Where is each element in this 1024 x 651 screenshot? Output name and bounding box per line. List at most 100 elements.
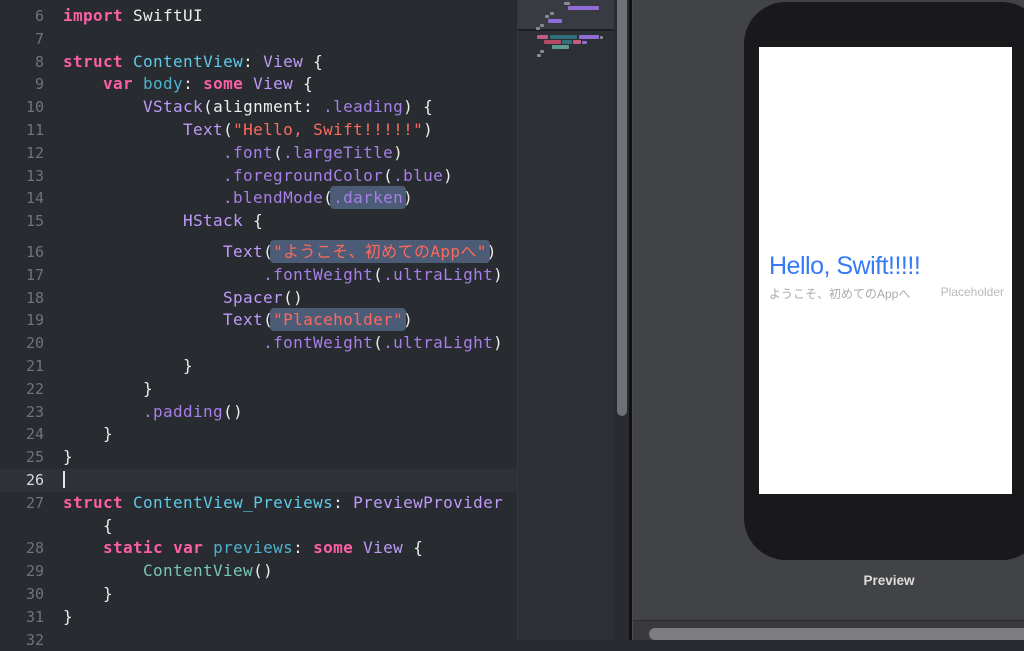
code-text: } [63, 424, 114, 444]
code-rows[interactable]: 6 import SwiftUI 7 8 struct ContentView: Vie… [0, 5, 517, 651]
code-text: } [63, 606, 74, 626]
line-number: 26 [25, 470, 44, 489]
code-line[interactable]: 8 struct ContentView: View { [0, 51, 517, 74]
code-text: static var previews: some View { [103, 538, 424, 558]
line-number: 29 [25, 562, 44, 581]
code-line[interactable]: 30 } [0, 583, 517, 606]
code-line[interactable]: 9 var body: some View { [0, 73, 517, 96]
code-line[interactable]: 31} [0, 606, 517, 629]
line-number: 6 [34, 7, 44, 25]
minimap-section-divider [518, 29, 615, 31]
code-text: Text("ようこそ、初めてのAppへ") [223, 239, 497, 263]
code-text: } [63, 583, 114, 603]
code-line[interactable]: 16 Text("ようこそ、初めてのAppへ") [0, 239, 517, 264]
code-line[interactable]: 21 } [0, 355, 517, 378]
line-number: 19 [25, 311, 44, 330]
horizontal-scrollbar[interactable] [649, 628, 1024, 640]
horizontal-scrollbar-track[interactable] [633, 620, 1024, 640]
line-number [0, 515, 44, 538]
code-text: } [63, 378, 154, 398]
minimap-bar [545, 15, 549, 18]
minimap-bar [548, 19, 562, 23]
minimap-bar [536, 27, 540, 30]
code-text [44, 469, 65, 492]
minimap-bar [568, 6, 599, 10]
line-number: 16 [25, 242, 44, 261]
code-line[interactable]: 22 } [0, 378, 517, 401]
code-text: { [63, 515, 114, 535]
code-text: Text("Placeholder") [223, 308, 414, 332]
code-line[interactable]: 25} [0, 446, 517, 469]
code-line[interactable]: 15 HStack { [0, 210, 517, 233]
line-number: 24 [25, 425, 44, 444]
preview-subtitle-text: ようこそ、初めてのAppへ [769, 287, 911, 301]
code-line[interactable]: 12 .font(.largeTitle) [0, 142, 517, 165]
code-line[interactable]: 17 .fontWeight(.ultraLight) [0, 264, 517, 287]
code-line[interactable]: 24 } [0, 423, 517, 446]
code-line[interactable]: 23 .padding() [0, 401, 517, 424]
line-number: 13 [25, 166, 44, 185]
code-line[interactable]: 10 VStack(alignment: .leading) { [0, 96, 517, 119]
code-line[interactable]: 18 Spacer() [0, 287, 517, 310]
code-text: .foregroundColor(.blue) [223, 165, 454, 185]
line-number: 18 [25, 288, 44, 307]
code-text: .padding() [143, 401, 244, 421]
vertical-scrollbar[interactable] [617, 0, 627, 416]
code-text: .fontWeight(.ultraLight) [263, 333, 504, 353]
code-text: struct ContentView: View { [63, 51, 324, 71]
minimap-bar [564, 2, 570, 5]
preview-canvas: Hello, Swift!!!!! ようこそ、初めてのAppへ Placehol… [632, 0, 1024, 640]
code-text: Text("Hello, Swift!!!!!") [183, 119, 434, 139]
minimap-bar [562, 40, 572, 44]
minimap-bar [582, 41, 587, 44]
line-number: 25 [25, 448, 44, 467]
code-line[interactable]: 29 ContentView() [0, 560, 517, 583]
code-line[interactable]: { [0, 515, 517, 538]
line-number: 28 [25, 539, 44, 558]
code-line[interactable]: 13 .foregroundColor(.blue) [0, 165, 517, 188]
code-text: } [63, 447, 74, 467]
line-number: 23 [25, 402, 44, 421]
minimap-bar [579, 35, 599, 39]
minimap-bar [600, 36, 603, 39]
preview-title-text: Hello, Swift!!!!! [769, 252, 921, 280]
minimap-bar [552, 45, 569, 49]
minimap-bar [544, 40, 561, 44]
line-number: 31 [25, 607, 44, 626]
code-line[interactable]: 11 Text("Hello, Swift!!!!!") [0, 119, 517, 142]
preview-label: Preview [863, 573, 915, 588]
text-cursor [63, 470, 65, 488]
minimap-bar [550, 12, 554, 15]
line-number: 9 [34, 75, 44, 94]
code-line[interactable]: 7 [0, 28, 517, 51]
device-screen[interactable]: Hello, Swift!!!!! ようこそ、初めてのAppへ Placehol… [759, 47, 1012, 494]
code-text: VStack(alignment: .leading) { [143, 97, 434, 117]
line-number: 22 [25, 379, 44, 398]
code-text: import SwiftUI [63, 6, 204, 25]
code-text: .blendMode(.darken) [223, 186, 414, 210]
code-text: .fontWeight(.ultraLight) [263, 264, 504, 284]
line-number: 15 [25, 212, 44, 231]
code-line[interactable]: 28 static var previews: some View { [0, 537, 517, 560]
code-text: ContentView() [143, 561, 274, 581]
code-text: var body: some View { [103, 74, 314, 94]
code-line[interactable]: 20 .fontWeight(.ultraLight) [0, 332, 517, 355]
preview-placeholder-text: Placeholder [940, 285, 1004, 299]
line-number: 12 [25, 143, 44, 162]
line-number: 11 [25, 120, 44, 139]
line-number: 27 [25, 493, 44, 512]
line-number: 30 [25, 584, 44, 603]
minimap-bar [573, 40, 581, 44]
code-line[interactable]: 14 .blendMode(.darken) [0, 186, 517, 210]
line-number: 14 [25, 189, 44, 208]
minimap-bar [540, 24, 544, 27]
code-line[interactable]: 26 [0, 468, 517, 492]
code-line[interactable]: 6 import SwiftUI [0, 5, 517, 28]
minimap[interactable] [517, 0, 615, 640]
minimap-bar [537, 35, 548, 39]
code-line[interactable]: 27 struct ContentView_Previews: PreviewPr… [0, 492, 517, 515]
code-editor[interactable]: 6 import SwiftUI 7 8 struct ContentView: Vie… [0, 0, 629, 649]
line-number: 21 [25, 356, 44, 375]
code-line[interactable]: 19 Text("Placeholder") [0, 308, 517, 332]
